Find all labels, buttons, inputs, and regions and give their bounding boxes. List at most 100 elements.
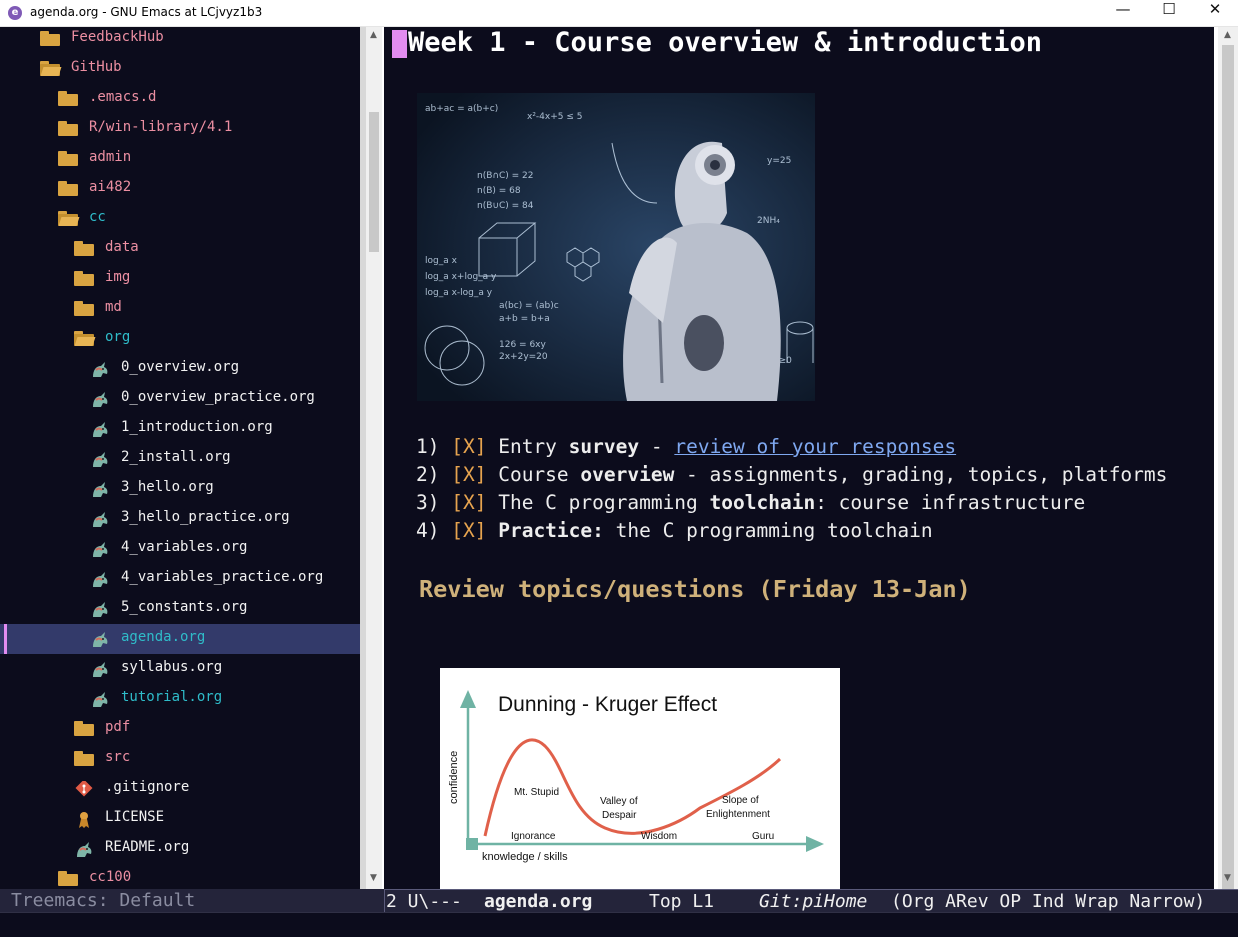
maximize-button[interactable]: ☐: [1146, 0, 1192, 27]
todo-number: 3): [416, 491, 440, 514]
git-icon: [74, 779, 94, 797]
todo-text: The C programming: [486, 491, 710, 514]
tree-item-label: src: [105, 749, 131, 765]
dk-slope-label-1: Slope of: [722, 795, 759, 806]
minibuffer[interactable]: [0, 912, 1238, 937]
tree-item-label: 5_constants.org: [121, 599, 248, 615]
tree-item-label: GitHub: [71, 59, 122, 75]
tree-item[interactable]: .emacs.d: [0, 84, 360, 114]
dunning-kruger-image: Dunning - Kruger Effect confidence Mt. S…: [440, 668, 840, 889]
tree-item-label: cc: [89, 209, 106, 225]
org-unicorn-icon: [90, 571, 110, 587]
tree-item-label: org: [105, 329, 131, 345]
org-unicorn-icon: [90, 541, 110, 557]
major-minor-modes[interactable]: (Org ARev OP Ind Wrap Narrow): [891, 891, 1205, 912]
folder-icon: [58, 871, 78, 887]
svg-text:126 = 6xy: 126 = 6xy: [499, 340, 546, 350]
tree-item-label: 1_introduction.org: [121, 419, 273, 435]
dk-ylabel: confidence: [448, 751, 460, 804]
folder-icon: [74, 241, 94, 257]
tree-item[interactable]: syllabus.org: [0, 654, 360, 684]
tree-item[interactable]: LICENSE: [0, 804, 360, 834]
scroll-up-arrow-icon[interactable]: ▲: [370, 30, 377, 40]
todo-text: Entry: [486, 435, 569, 458]
tree-item-label: LICENSE: [105, 809, 165, 825]
todo-item: 3) [X] The C programming toolchain: cour…: [416, 491, 1085, 514]
tree-item[interactable]: md: [0, 294, 360, 324]
buffer-name[interactable]: agenda.org: [484, 891, 592, 912]
todo-checkbox[interactable]: [X]: [451, 463, 486, 486]
org-heading: Week 1 - Course overview & introduction: [408, 27, 1042, 58]
org-unicorn-icon: [90, 421, 110, 437]
tree-item[interactable]: .gitignore: [0, 774, 360, 804]
tree-item[interactable]: 1_introduction.org: [0, 414, 360, 444]
tree-item[interactable]: cc100: [0, 864, 360, 889]
tree-item[interactable]: 3_hello_practice.org: [0, 504, 360, 534]
folder-icon: [58, 121, 78, 137]
folder-icon: [74, 301, 94, 317]
editor-scrollbar[interactable]: ▲ ▼: [1218, 27, 1238, 937]
scroll-up-arrow-icon[interactable]: ▲: [1224, 30, 1231, 40]
tree-item[interactable]: org: [0, 324, 360, 354]
tree-item[interactable]: README.org: [0, 834, 360, 864]
scroll-down-arrow-icon[interactable]: ▼: [1224, 873, 1231, 883]
todo-item: 2) [X] Course overview - assignments, gr…: [416, 463, 1167, 486]
todo-number: 1): [416, 435, 440, 458]
responses-link[interactable]: review of your responses: [674, 435, 956, 458]
tree-item-label: R/win-library/4.1: [89, 119, 233, 135]
tree-item-label: cc100: [89, 869, 132, 885]
tree-item[interactable]: 4_variables.org: [0, 534, 360, 564]
svg-text:2x+2y=20: 2x+2y=20: [499, 352, 548, 362]
folder-icon: [58, 91, 78, 107]
org-unicorn-icon: [90, 481, 110, 497]
tree-item[interactable]: data: [0, 234, 360, 264]
sidebar-scrollbar[interactable]: ▲ ▼: [366, 27, 382, 889]
tree-item[interactable]: R/win-library/4.1: [0, 114, 360, 144]
editor-scroll-thumb[interactable]: [1222, 45, 1234, 937]
tree-item-label: 0_overview.org: [121, 359, 240, 375]
tree-item[interactable]: 2_install.org: [0, 444, 360, 474]
robot-image: ab+ac = a(b+c) x²-4x+5 ≤ 5 n(B∩C) = 22 n…: [417, 93, 815, 401]
tree-item[interactable]: tutorial.org: [0, 684, 360, 714]
tree-item[interactable]: 0_overview_practice.org: [0, 384, 360, 414]
git-branch[interactable]: Git:piHome: [759, 891, 867, 912]
tree-item[interactable]: FeedbackHub: [0, 27, 360, 54]
tree-item[interactable]: cc: [0, 204, 360, 234]
sidebar-scroll-thumb[interactable]: [369, 112, 379, 252]
title-bar: e agenda.org - GNU Emacs at LCjvyz1b3 — …: [0, 0, 1238, 27]
folder-icon: [74, 271, 94, 287]
tree-item[interactable]: 3_hello.org: [0, 474, 360, 504]
tree-item-label: .emacs.d: [89, 89, 157, 105]
tree-item[interactable]: GitHub: [0, 54, 360, 84]
todo-text: toolchain: [709, 491, 816, 514]
tree-item-label: admin: [89, 149, 132, 165]
minimize-button[interactable]: —: [1100, 0, 1146, 27]
tree-item[interactable]: ai482: [0, 174, 360, 204]
org-subheading: Review topics/questions (Friday 13-Jan): [419, 575, 971, 603]
tree-item[interactable]: img: [0, 264, 360, 294]
folder-open-icon: [58, 211, 80, 227]
tree-item[interactable]: 4_variables_practice.org: [0, 564, 360, 594]
close-button[interactable]: ✕: [1192, 0, 1238, 27]
svg-text:ab+ac = a(b+c): ab+ac = a(b+c): [425, 104, 498, 114]
tree-item[interactable]: pdf: [0, 714, 360, 744]
tree-item[interactable]: agenda.org: [0, 624, 360, 654]
tree-item[interactable]: 0_overview.org: [0, 354, 360, 384]
scroll-down-arrow-icon[interactable]: ▼: [370, 873, 377, 883]
dk-valley-label-2: Despair: [602, 810, 637, 821]
tree-item-label: .gitignore: [105, 779, 190, 795]
org-unicorn-icon: [90, 601, 110, 617]
tree-item[interactable]: admin: [0, 144, 360, 174]
dk-stage-guru: Guru: [752, 831, 774, 842]
treemacs-sidebar: FeedbackHub GitHub .emacs.d R/win-library/4…: [0, 27, 360, 889]
todo-text: [486, 519, 498, 542]
tree-item[interactable]: src: [0, 744, 360, 774]
tree-item[interactable]: 5_constants.org: [0, 594, 360, 624]
tree-item-label: tutorial.org: [121, 689, 223, 705]
todo-checkbox[interactable]: [X]: [451, 435, 486, 458]
todo-checkbox[interactable]: [X]: [451, 491, 486, 514]
editor-buffer[interactable]: Week 1 - Course overview & introduction …: [384, 27, 1214, 889]
todo-checkbox[interactable]: [X]: [451, 519, 486, 542]
org-unicorn-icon: [90, 631, 110, 647]
tree-item-label: 3_hello.org: [121, 479, 214, 495]
